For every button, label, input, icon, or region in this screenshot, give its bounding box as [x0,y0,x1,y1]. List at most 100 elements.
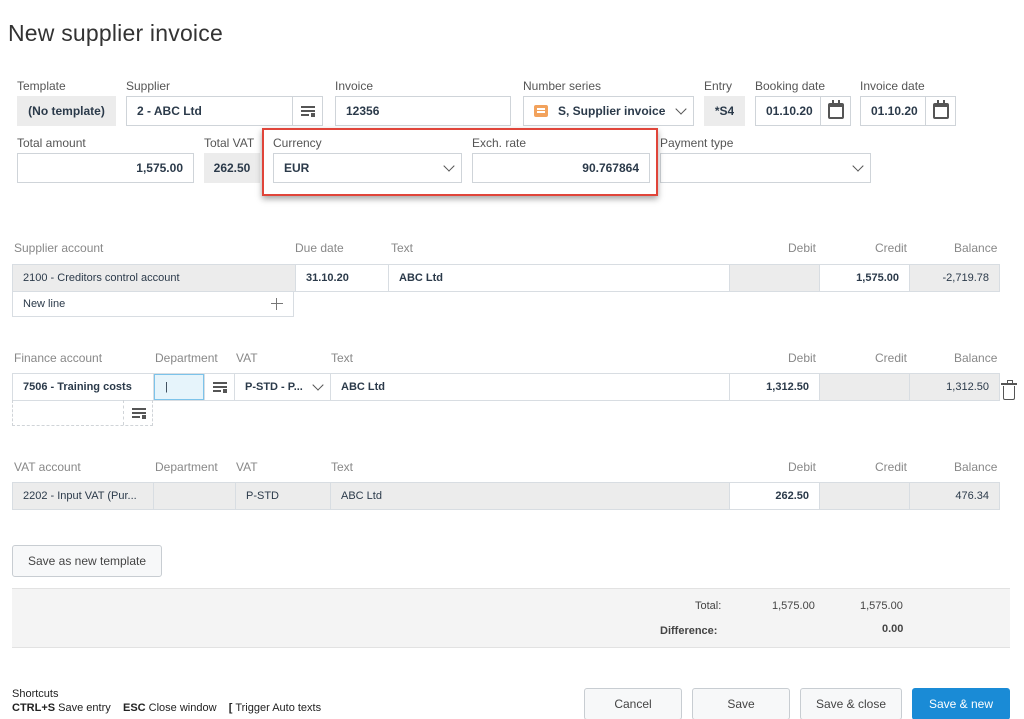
shortcut-key: CTRL+S [12,702,56,714]
save-button[interactable]: Save [692,688,790,719]
chevron-down-icon [852,160,864,172]
shortcuts-list: CTRL+S Save entry ESC Close window [ Tri… [12,702,321,714]
supplier-field[interactable]: 2 - ABC Ltd [126,96,323,126]
number-series-select[interactable]: S, Supplier invoice [523,96,694,126]
supplier-label: Supplier [126,79,171,93]
highlight-box [262,128,658,196]
total-vat-label: Total VAT [204,136,255,150]
credit-cell[interactable]: 1,575.00 [820,265,909,291]
department-header: Department [155,351,218,365]
total-label: Total: [695,600,722,612]
entry-field: *S4 [704,96,745,126]
finance-account-header: Finance account [14,351,103,365]
finance-account-cell[interactable]: 7506 - Training costs [13,374,153,400]
invoice-date-input[interactable]: 01.10.20 [860,96,956,126]
text-cell[interactable]: ABC Ltd [389,265,729,291]
invoice-date-picker-button[interactable] [925,97,955,125]
template-field[interactable]: (No template) [17,96,116,126]
entry-value: *S4 [714,104,735,118]
save-new-button[interactable]: Save & new [912,688,1010,719]
invoice-date-label: Invoice date [860,79,925,93]
new-line-row[interactable]: New line [12,291,294,317]
calendar-icon [932,100,949,119]
due-date-cell[interactable]: 31.10.20 [296,265,388,291]
invoice-input[interactable]: 12356 [335,96,511,126]
difference-label: Difference: [660,625,718,637]
shortcut-desc: Close window [148,702,217,714]
text-cell[interactable]: ABC Ltd [331,374,729,400]
vat-value: P-STD - P... [245,381,303,393]
shortcut-key: [ [228,702,233,714]
plus-icon[interactable] [271,291,287,316]
shortcut-key: ESC [122,702,146,714]
chevron-down-icon [675,103,687,115]
new-finance-line[interactable] [12,400,153,426]
shortcuts-title: Shortcuts [12,688,59,700]
debit-cell [730,265,819,291]
debit-header: Debit [788,241,817,255]
balance-cell: 476.34 [910,483,999,509]
vat-row: 2202 - Input VAT (Pur... P-STD ABC Ltd 2… [12,482,1000,510]
credit-header: Credit [875,460,908,474]
department-input[interactable]: | [154,374,204,400]
total-amount-value: 1,575.00 [136,161,183,175]
totals-panel: Total: 1,575.00 1,575.00 Difference: 0.0… [12,588,1010,648]
supplier-value: 2 - ABC Ltd [137,104,202,118]
balance-header: Balance [954,351,998,365]
template-value: (No template) [28,104,105,118]
save-close-button[interactable]: Save & close [800,688,902,719]
total-amount-label: Total amount [17,136,86,150]
shortcut-desc: Trigger Auto texts [235,702,322,714]
balance-header: Balance [954,241,998,255]
department-header: Department [155,460,218,474]
debit-cell[interactable]: 1,312.50 [730,374,819,400]
credit-header: Credit [875,241,908,255]
calendar-icon [827,100,844,119]
trash-icon [1001,380,1017,400]
supplier-lookup-button[interactable] [292,97,322,125]
invoice-label: Invoice [335,79,374,93]
difference-value: 0.00 [882,623,904,635]
shortcut-desc: Save entry [58,702,111,714]
finance-row: 7506 - Training costs | P-STD - P... ABC… [12,373,1000,401]
balance-cell: -2,719.78 [910,265,999,291]
payment-type-select[interactable] [660,153,871,183]
list-icon [300,105,315,117]
invoice-value: 12356 [346,104,380,118]
booking-date-label: Booking date [755,79,826,93]
debit-header: Debit [788,460,817,474]
credit-header: Credit [875,351,908,365]
page-title: New supplier invoice [8,20,223,46]
total-amount-input[interactable]: 1,575.00 [17,153,194,183]
payment-type-label: Payment type [660,136,734,150]
delete-row-button[interactable] [1001,380,1017,400]
list-icon [131,407,146,419]
text-header: Text [331,351,354,365]
debit-cell[interactable]: 262.50 [730,483,819,509]
credit-cell [820,483,909,509]
cancel-button[interactable]: Cancel [584,688,682,719]
vat-header: VAT [236,351,258,365]
save-as-template-button[interactable]: Save as new template [12,545,162,577]
number-series-value: S, Supplier invoice [558,104,666,118]
number-series-label: Number series [523,79,602,93]
department-lookup-button[interactable] [204,374,234,400]
finance-lookup-button[interactable] [123,400,153,425]
text-header: Text [331,460,354,474]
supplier-account-header: Supplier account [14,241,104,255]
vat-header: VAT [236,460,258,474]
total-credit: 1,575.00 [860,600,903,612]
invoice-date-value: 01.10.20 [871,104,918,118]
vat-account-header: VAT account [14,460,81,474]
total-debit: 1,575.00 [772,600,815,612]
supplier-row: 2100 - Creditors control account 31.10.2… [12,264,1000,292]
booking-date-picker-button[interactable] [820,97,850,125]
text-header: Text [391,241,414,255]
chevron-down-icon [312,379,324,391]
vat-select[interactable]: P-STD - P... [235,374,330,400]
department-cell [154,483,235,509]
supplier-account-cell[interactable]: 2100 - Creditors control account [13,265,295,291]
total-vat-value: 262.50 [213,161,251,175]
booking-date-input[interactable]: 01.10.20 [755,96,851,126]
new-line-label: New line [23,297,66,310]
